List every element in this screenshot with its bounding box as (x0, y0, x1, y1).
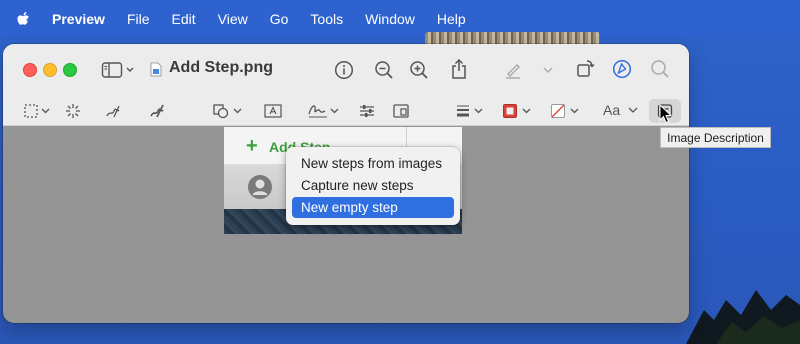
menu-item-capture-new-steps[interactable]: Capture new steps (292, 175, 454, 196)
text-style-button[interactable]: Aa (603, 102, 639, 118)
sign-icon (308, 105, 339, 118)
menu-tools[interactable]: Tools (310, 11, 343, 27)
chevron-down-icon (628, 107, 638, 113)
selection-tool-button[interactable] (23, 101, 53, 121)
zoom-out-button[interactable] (373, 59, 395, 81)
tooltip-text: Image Description (667, 130, 764, 145)
titlebar: Add Step.png (3, 44, 689, 96)
plus-icon: + (246, 135, 258, 157)
sketch-icon (106, 105, 120, 118)
draw-button[interactable] (147, 101, 167, 121)
sign-button[interactable] (307, 101, 341, 121)
menubar: Preview File Edit View Go Tools Window H… (0, 0, 800, 38)
instant-alpha-button[interactable] (63, 101, 83, 121)
menu-help[interactable]: Help (437, 11, 466, 27)
highlight-icon (506, 64, 520, 79)
menu-edit[interactable]: Edit (172, 11, 196, 27)
sidebar-icon (101, 62, 134, 78)
shape-style-button[interactable] (454, 101, 486, 121)
rotate-icon (577, 60, 595, 77)
search-icon (651, 60, 669, 78)
markup-button[interactable] (611, 58, 633, 80)
instant-alpha-icon (66, 104, 80, 118)
shape-style-icon (457, 105, 483, 117)
menu-item-label: New empty step (301, 200, 398, 215)
highlight-button[interactable] (502, 59, 524, 81)
menu-item-label: Capture new steps (301, 178, 414, 193)
popup-menu: New steps from images Capture new steps … (286, 147, 460, 225)
menu-item-new-steps-from-images[interactable]: New steps from images (292, 153, 454, 174)
shapes-icon (213, 104, 242, 119)
zoom-in-button[interactable] (408, 59, 430, 81)
shapes-button[interactable] (212, 101, 244, 121)
draw-icon (150, 104, 164, 118)
window-title: Add Step.png (169, 59, 273, 76)
adjust-color-icon (360, 105, 374, 117)
avatar-icon (248, 175, 272, 199)
markup-toolbar: Aa (3, 96, 689, 126)
apple-icon[interactable] (16, 11, 32, 28)
share-icon (452, 58, 466, 79)
menu-view[interactable]: View (218, 11, 248, 27)
zoom-in-icon (410, 61, 428, 79)
text-button[interactable] (262, 101, 284, 121)
menu-go[interactable]: Go (270, 11, 289, 27)
zoom-button[interactable] (63, 63, 77, 77)
menu-window[interactable]: Window (365, 11, 415, 27)
selection-icon (24, 104, 50, 118)
menu-item-label: New steps from images (301, 156, 443, 171)
adjust-color-button[interactable] (357, 101, 377, 121)
text-style-label: Aa (603, 102, 621, 118)
minimize-button[interactable] (43, 63, 57, 77)
adjust-size-button[interactable] (391, 101, 411, 121)
mouse-pointer-icon (659, 104, 673, 124)
search-button[interactable] (649, 58, 671, 80)
text-icon (264, 104, 282, 118)
adjust-size-icon (393, 104, 409, 118)
zoom-out-icon (375, 61, 393, 79)
chevron-down-icon (543, 67, 553, 73)
sketch-button[interactable] (103, 101, 123, 121)
rotate-button[interactable] (574, 58, 596, 80)
desktop-tree (686, 290, 800, 344)
menu-preview[interactable]: Preview (52, 11, 105, 27)
fill-color-button[interactable] (549, 101, 583, 121)
menu-item-new-empty-step[interactable]: New empty step (292, 197, 454, 218)
menu-file[interactable]: File (127, 11, 150, 27)
sidebar-toggle-button[interactable] (101, 60, 135, 80)
border-color-button[interactable] (501, 101, 535, 121)
info-icon (334, 60, 354, 80)
tooltip: Image Description (660, 127, 771, 148)
border-color-icon (503, 104, 531, 118)
document-icon (150, 62, 162, 77)
highlight-menu-chevron[interactable] (541, 63, 555, 77)
close-button[interactable] (23, 63, 37, 77)
markup-icon (612, 59, 632, 79)
share-button[interactable] (448, 57, 470, 81)
info-button[interactable] (333, 59, 355, 81)
fill-color-icon (551, 104, 579, 118)
